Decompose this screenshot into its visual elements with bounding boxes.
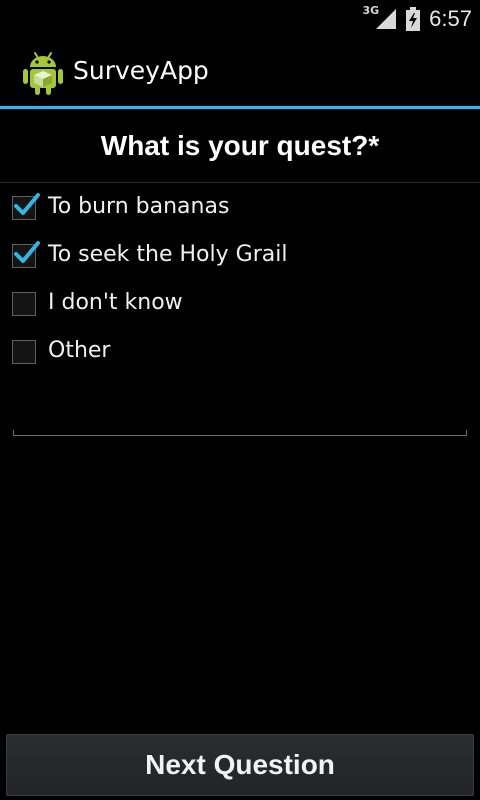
field-underline	[13, 435, 467, 436]
action-bar: SurveyApp	[0, 38, 480, 109]
question-text: What is your quest?*	[100, 129, 380, 161]
option-dont-know[interactable]: I don't know	[0, 280, 480, 328]
option-burn-bananas[interactable]: To burn bananas	[0, 184, 480, 232]
option-label: To seek the Holy Grail	[48, 242, 288, 267]
checkbox[interactable]	[12, 241, 40, 268]
checkbox[interactable]	[12, 193, 40, 220]
option-label: Other	[48, 338, 111, 363]
clock: 6:57	[429, 6, 472, 31]
check-icon	[14, 193, 40, 215]
option-other[interactable]: Other	[0, 328, 480, 376]
field-tick-right	[466, 430, 467, 436]
options-list: To burn bananas To seek the Holy Grail I…	[0, 184, 480, 376]
field-tick-left	[13, 430, 14, 436]
check-icon	[14, 241, 40, 263]
option-seek-holy-grail[interactable]: To seek the Holy Grail	[0, 232, 480, 280]
next-question-label: Next Question	[145, 749, 335, 780]
network-type-label: 3G	[362, 3, 380, 17]
next-question-button[interactable]: Next Question	[6, 734, 474, 796]
app-title: SurveyApp	[73, 56, 209, 85]
other-text-field[interactable]	[13, 386, 467, 436]
android-icon	[23, 52, 63, 95]
status-icons: 3G 6:57	[362, 0, 472, 38]
option-label: To burn bananas	[48, 194, 230, 219]
battery-icon	[406, 7, 421, 31]
question-header: What is your quest?*	[0, 109, 480, 183]
option-label: I don't know	[48, 290, 183, 315]
status-bar: 3G 6:57	[0, 0, 480, 38]
checkbox[interactable]	[12, 340, 36, 364]
checkbox[interactable]	[12, 292, 36, 316]
